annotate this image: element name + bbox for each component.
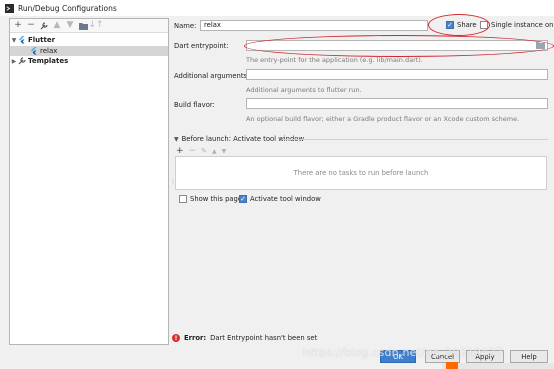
sort-icon[interactable]: ↓↑ [88,21,103,31]
edit-task-icon[interactable]: ✎ [201,147,207,155]
watermark: https://blog.csdn.net/qq_30319437 [303,346,503,359]
down-arrow-icon[interactable]: ▼ [65,21,75,31]
flutter-icon [19,36,25,44]
build-flavor-input[interactable] [246,98,548,109]
config-toolbar: + − ▲ ▼ ↓↑ [10,19,168,33]
name-input[interactable]: relax [200,20,428,31]
tree-item-relax[interactable]: relax [10,45,168,56]
remove-icon[interactable]: − [26,21,36,31]
additional-arguments-label: Additional arguments: [174,72,250,80]
app-icon [5,3,14,13]
tree-item-label: relax [40,46,58,55]
build-flavor-label: Build flavor: [174,101,215,109]
help-button[interactable]: Help [510,350,548,363]
collapse-arrow-icon[interactable]: ▶ [10,58,18,65]
collapse-arrow-icon[interactable]: ▼ [174,136,179,143]
dart-entrypoint-label: Dart entrypoint: [174,42,229,50]
folder-icon[interactable] [78,21,88,31]
tree-item-label: Flutter [28,36,56,45]
share-annotation-ellipse [428,14,490,36]
error-icon: ! [172,334,180,342]
error-message: ! Error: Dart Entrypoint hasn't been set [172,334,317,342]
additional-arguments-hint: Additional arguments to flutter run. [246,86,362,94]
entrypoint-annotation-ellipse [244,35,554,57]
wrench-icon[interactable] [39,21,49,31]
tree-item-flutter[interactable]: ▼ Flutter [10,35,168,46]
show-page-option[interactable]: Show this page [179,195,242,203]
additional-arguments-input[interactable] [246,69,548,80]
tasks-toolbar: + − ✎ ▲ ▼ [176,146,226,156]
activate-tool-window-checkbox[interactable]: ✓ [239,195,247,203]
add-icon[interactable]: + [13,21,23,31]
tree-item-label: Templates [28,57,69,66]
build-flavor-hint: An optional build flavor; either a Gradl… [246,115,520,123]
show-page-label: Show this page [190,195,243,203]
dart-entrypoint-hint: The entry-point for the application (e.g… [246,56,423,64]
single-instance-option[interactable]: Single instance only [480,21,554,29]
expand-arrow-icon[interactable]: ▼ [10,37,18,44]
before-launch-tasks-list[interactable]: There are no tasks to run before launch [175,156,547,190]
logo-mark-icon [446,362,458,369]
remove-task-icon[interactable]: − [189,146,197,156]
config-tree: ▼ Flutter relax ▶ Templates [10,33,168,67]
activate-tool-window-label: Activate tool window [250,195,321,203]
wrench-icon [18,57,26,65]
single-instance-label: Single instance only [491,21,554,29]
section-divider [282,139,548,140]
show-page-checkbox[interactable] [179,195,187,203]
tree-item-templates[interactable]: ▶ Templates [10,56,168,67]
flutter-icon [31,46,37,55]
window-title: Run/Debug Configurations [18,3,117,13]
activate-tool-window-option[interactable]: ✓ Activate tool window [239,195,321,203]
configurations-panel: + − ▲ ▼ ↓↑ ▼ Flutter relax ▶ Templates [9,18,169,345]
move-up-icon[interactable]: ▲ [212,148,217,155]
move-down-icon[interactable]: ▼ [222,148,227,155]
empty-tasks-text: There are no tasks to run before launch [293,169,429,177]
name-label: Name: [174,22,197,30]
bottom-strip [442,363,554,369]
error-text: Dart Entrypoint hasn't been set [210,334,318,342]
error-label: Error: [184,334,207,342]
up-arrow-icon[interactable]: ▲ [52,21,62,31]
add-task-icon[interactable]: + [176,146,184,156]
title-bar: Run/Debug Configurations [0,0,554,16]
